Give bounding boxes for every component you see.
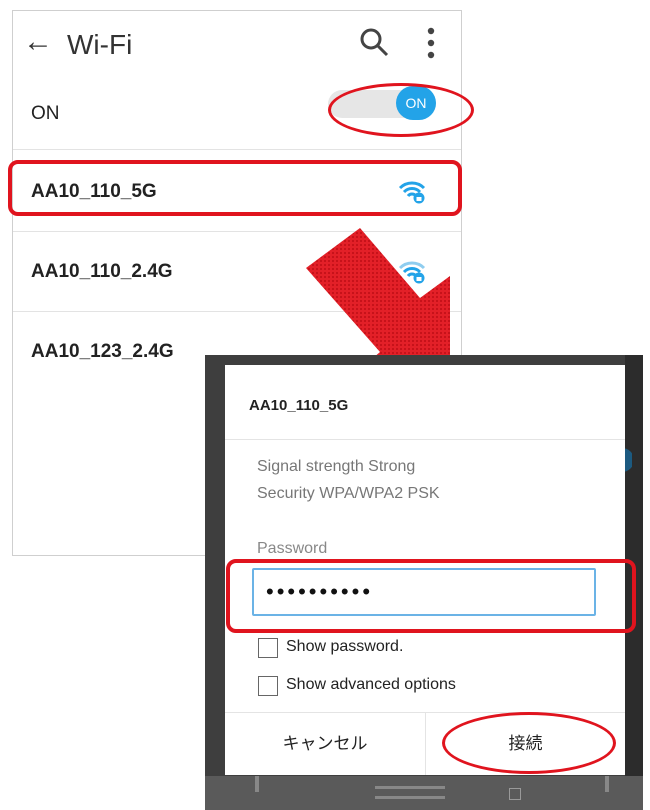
keyboard-icon [509, 788, 521, 800]
password-label: Password [257, 540, 328, 557]
nav-mark [255, 776, 259, 792]
signal-strength-text: Signal strength Strong [257, 458, 416, 475]
show-password-checkbox[interactable] [258, 638, 278, 658]
app-bar: ← Wi-Fi [13, 11, 461, 79]
network-highlight-box [8, 160, 462, 216]
show-advanced-checkbox[interactable] [258, 676, 278, 696]
password-highlight-box [226, 559, 636, 633]
page-title: Wi-Fi [67, 29, 133, 60]
network-ssid: AA10_110_2.4G [31, 261, 173, 282]
search-icon[interactable] [357, 25, 391, 59]
nav-mark [605, 776, 609, 792]
wifi-on-label: ON [31, 103, 60, 124]
cancel-button[interactable]: キャンセル [225, 713, 425, 775]
toggle-highlight-ring [328, 83, 474, 137]
show-password-label: Show password. [286, 638, 404, 655]
home-indicator [375, 786, 445, 789]
dialog-title: AA10_110_5G [249, 397, 349, 414]
more-vert-icon[interactable] [421, 25, 441, 61]
connect-highlight-ring [442, 712, 616, 774]
security-text: Security WPA/WPA2 PSK [257, 485, 440, 502]
home-indicator [375, 796, 445, 799]
show-advanced-label: Show advanced options [286, 676, 456, 693]
back-arrow-icon[interactable]: ← [23, 25, 53, 59]
network-ssid: AA10_123_2.4G [31, 341, 174, 362]
navigation-bar [205, 776, 643, 810]
dialog-divider [225, 439, 625, 440]
